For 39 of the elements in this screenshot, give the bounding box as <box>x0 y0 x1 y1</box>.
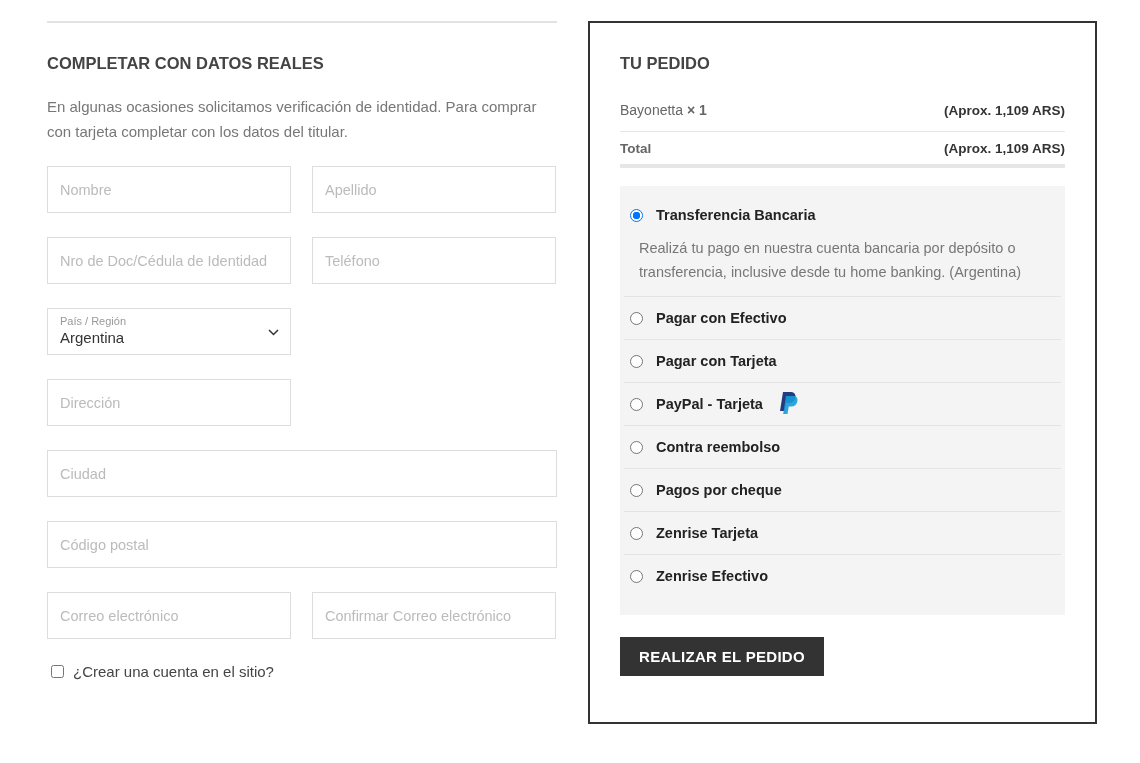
payment-method-label: Zenrise Tarjeta <box>656 525 759 541</box>
total-value: (Aprox. 1,109 ARS) <box>943 141 1065 156</box>
text-field[interactable]: Apellido <box>312 166 556 213</box>
payment-method-label: Transferencia Bancaria <box>656 207 816 223</box>
text-field[interactable]: Nro de Doc/Cédula de Identidad <box>47 237 291 284</box>
payment-radio[interactable] <box>630 311 643 325</box>
payment-radio[interactable] <box>630 569 643 583</box>
payment-radio[interactable] <box>630 440 643 454</box>
create-account-label: ¿Crear una cuenta en el sitio? <box>73 663 274 680</box>
payment-radio[interactable] <box>630 483 643 497</box>
payment-radio[interactable] <box>630 354 643 368</box>
payment-description: Realizá tu pago en nuestra cuenta bancaria por depósito o transferencia, inclusive desde tu home banking. (Argentina) <box>639 239 1023 282</box>
text-field[interactable]: Confirmar Correo electrónico <box>312 592 556 639</box>
payment-radio[interactable] <box>630 397 643 411</box>
text-field[interactable]: Nombre <box>47 166 291 213</box>
payment-radio[interactable] <box>630 208 643 222</box>
billing-heading: COMPLETAR CON DATOS REALES <box>47 53 325 73</box>
create-account-checkbox[interactable] <box>51 665 64 678</box>
total-label: Total <box>620 141 652 156</box>
text-field[interactable]: Ciudad <box>47 450 557 497</box>
order-heading: TU PEDIDO <box>620 53 711 73</box>
country-select[interactable]: País / Región Argentina <box>47 308 291 355</box>
product-price: (Aprox. 1,109 ARS) <box>943 102 1065 118</box>
text-field[interactable]: Código postal <box>47 521 557 568</box>
payment-radio[interactable] <box>630 526 643 540</box>
payment-method-label: Pagar con Tarjeta <box>656 353 777 369</box>
product-name: Bayonetta × 1 <box>620 102 707 118</box>
payment-method-label: Contra reembolso <box>656 439 781 455</box>
payment-method-label: Zenrise Efectivo <box>656 568 768 584</box>
text-field[interactable]: Correo electrónico <box>47 592 291 639</box>
paypal-logo-icon <box>777 392 798 416</box>
text-field[interactable]: Dirección <box>47 379 291 426</box>
payment-method-label: Pagar con Efectivo <box>656 310 787 326</box>
intro-text: En algunas ocasiones solicitamos verificación de identidad. Para comprar con tarjeta completar con los datos del titular. <box>47 97 538 142</box>
payment-method-label: PayPal - Tarjeta <box>656 396 763 412</box>
payment-method-label: Pagos por cheque <box>656 482 782 498</box>
place-order-button[interactable]: REALIZAR EL PEDIDO <box>620 637 824 676</box>
text-field[interactable]: Teléfono <box>312 237 556 284</box>
chevron-down-icon <box>268 329 279 336</box>
